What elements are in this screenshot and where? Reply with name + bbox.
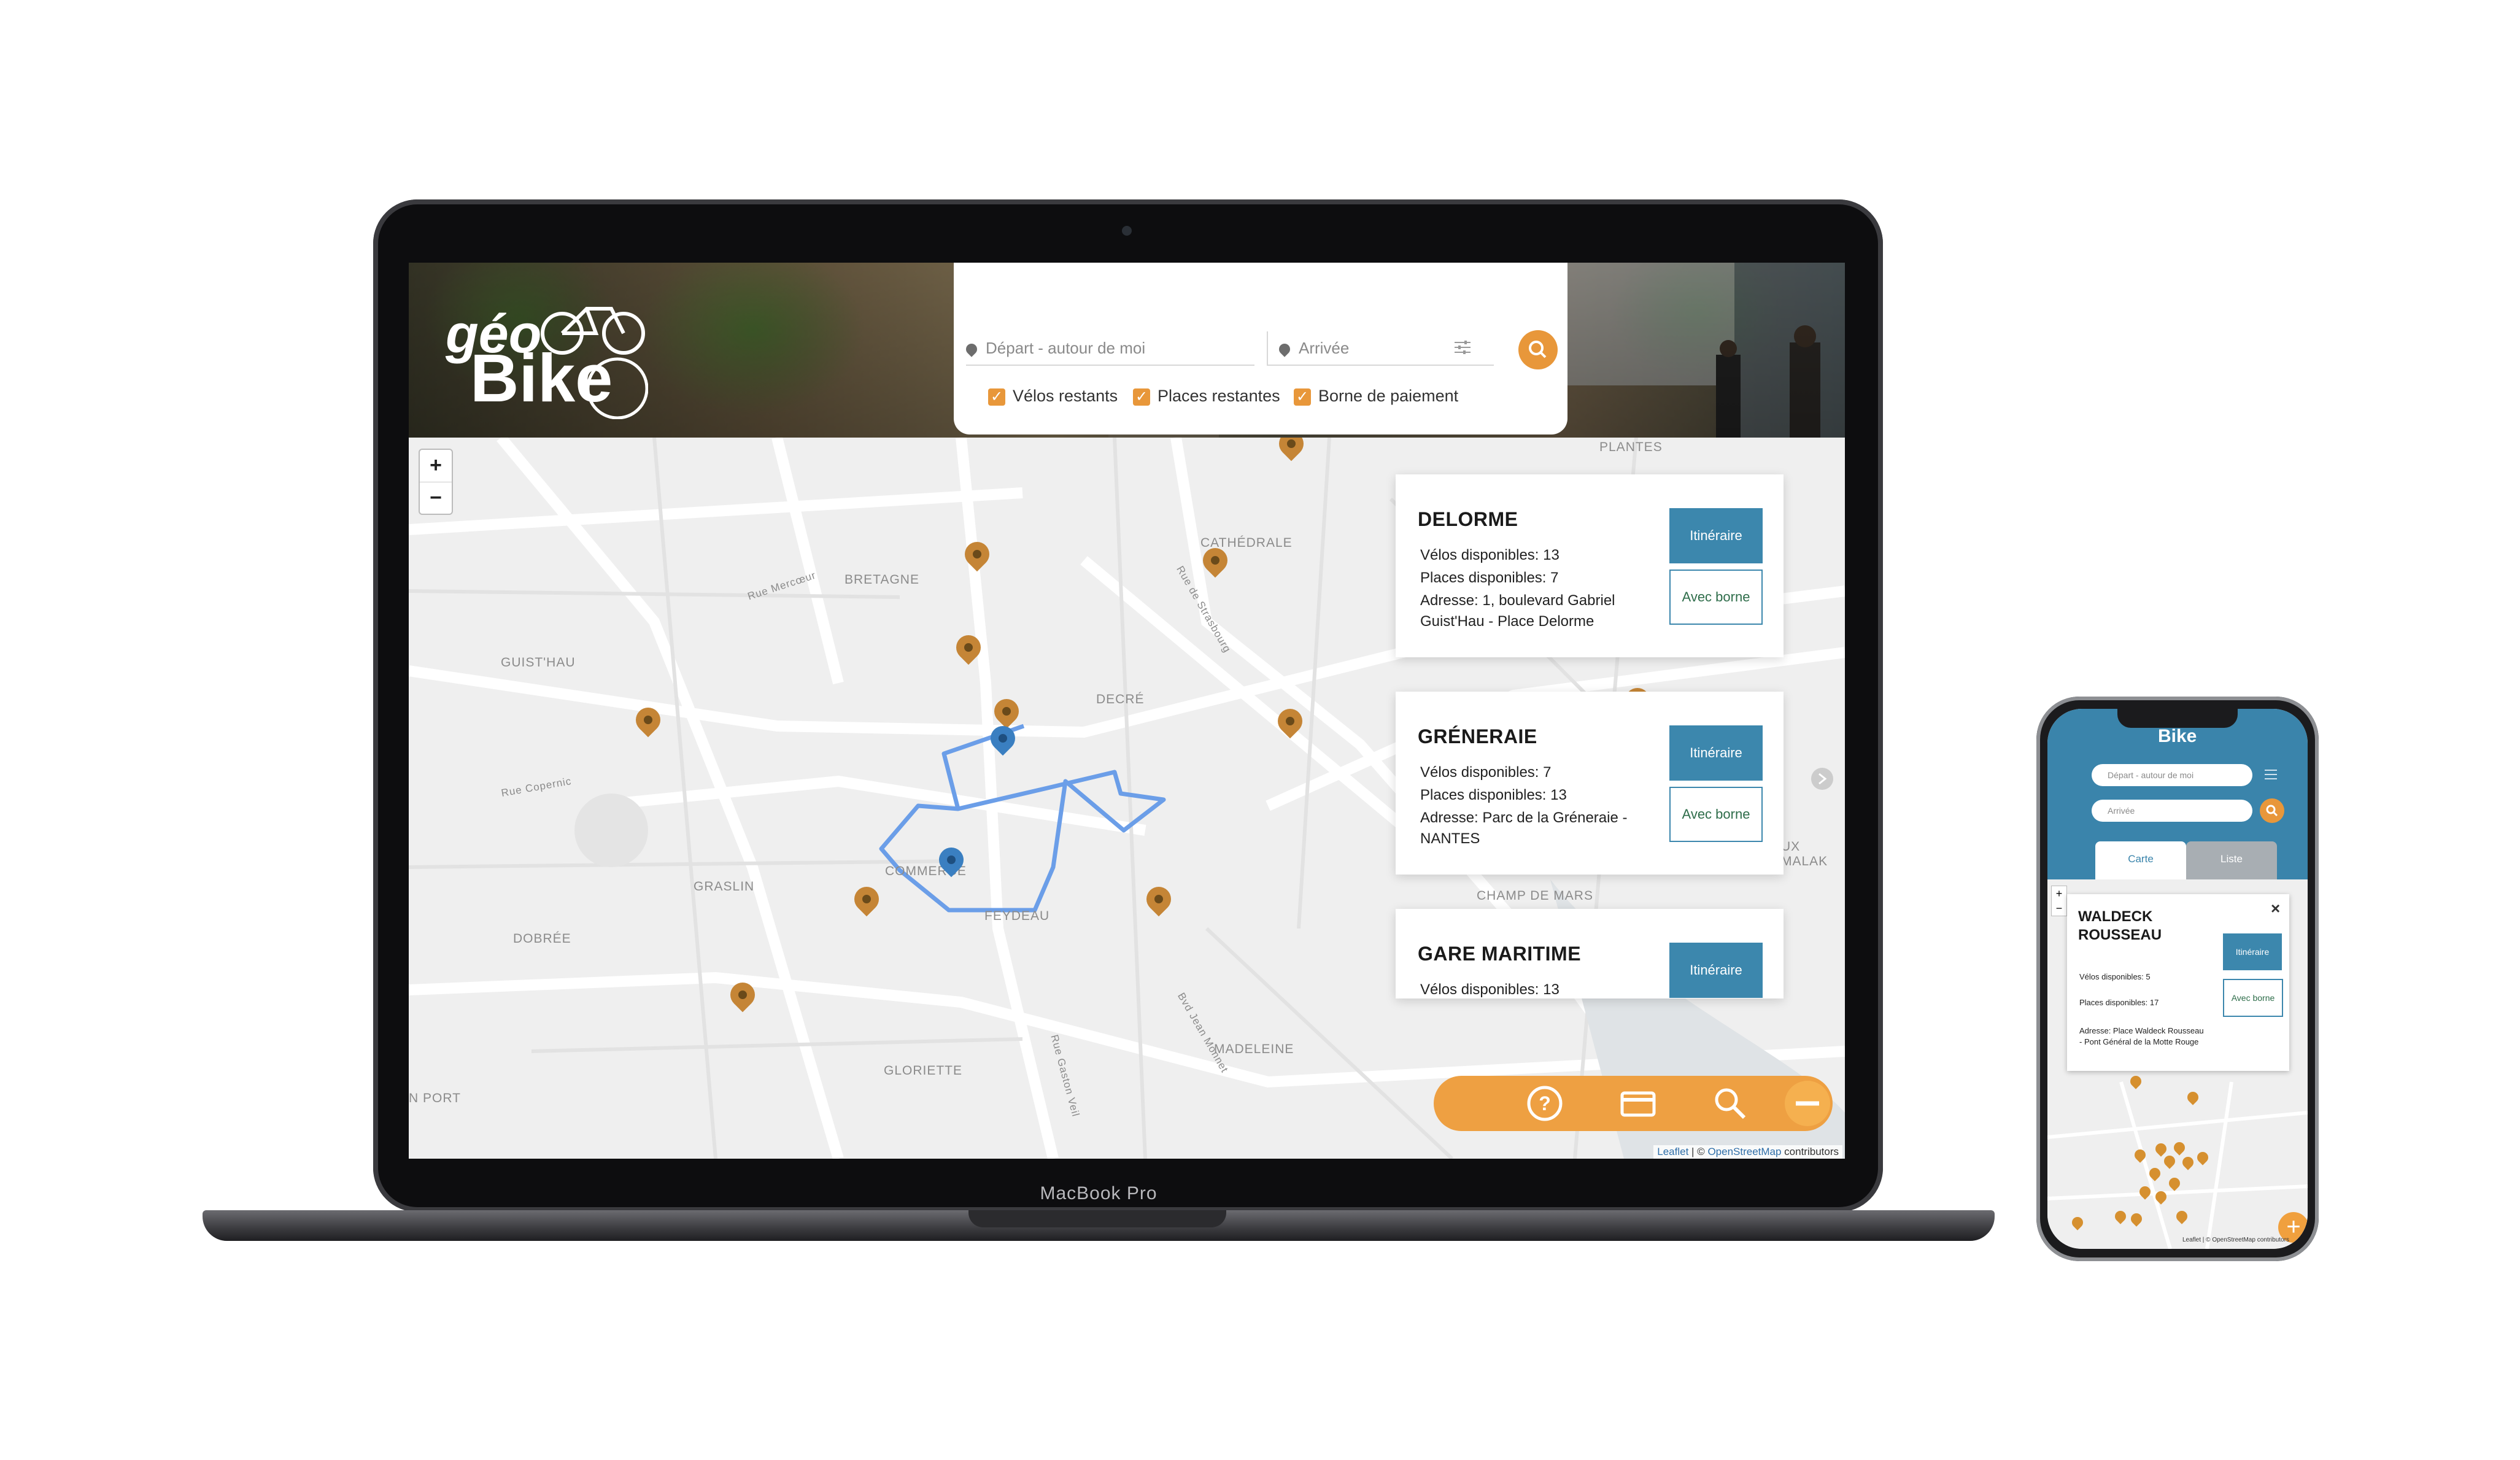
station-address: Adresse: Parc de la Gréneraie - NANTES <box>1420 809 1628 847</box>
phone-view-tabs: Carte Liste <box>2095 841 2277 879</box>
checkbox-checked-icon: ✓ <box>988 388 1005 406</box>
help-icon[interactable]: ? <box>1526 1084 1564 1122</box>
filter-label: Vélos restants <box>1013 387 1118 405</box>
header-photo: géo Bike Départ - autour de moi Arrivée <box>409 263 1845 438</box>
filter-payment-terminal[interactable]: ✓ Borne de paiement <box>1294 387 1458 406</box>
with-terminal-button[interactable]: Avec borne <box>2223 979 2283 1017</box>
location-pin-icon <box>964 341 980 357</box>
station-bikes: Vélos disponibles: 13 <box>1420 981 1560 998</box>
search-button[interactable] <box>1518 330 1558 369</box>
filter-bikes-left[interactable]: ✓ Vélos restants <box>988 387 1118 406</box>
close-icon[interactable]: × <box>2271 899 2280 918</box>
laptop-camera <box>1122 226 1132 236</box>
itinerary-button[interactable]: Itinéraire <box>1669 725 1763 781</box>
attribution-sep: | © <box>1688 1146 1708 1157</box>
station-name: WALDECK ROUSSEAU <box>2078 908 2162 943</box>
station-card[interactable]: DELORME Vélos disponibles: 13 Places dis… <box>1396 474 1784 657</box>
station-address: Adresse: 1, boulevard Gabriel Guist'Hau … <box>1420 592 1615 630</box>
map-label: GLORIETTE <box>884 1064 963 1078</box>
arrival-placeholder: Arrivée <box>1299 339 1350 357</box>
station-popup[interactable]: × WALDECK ROUSSEAU Vélos disponibles: 5 … <box>2067 894 2289 1071</box>
geobike-logo[interactable]: géo Bike <box>446 296 648 419</box>
departure-placeholder: Départ - autour de moi <box>986 339 1146 357</box>
with-terminal-button[interactable]: Avec borne <box>1669 570 1763 625</box>
bicycle-logo-icon <box>541 307 648 419</box>
tab-map[interactable]: Carte <box>2095 841 2186 879</box>
search-icon <box>1529 341 1547 358</box>
svg-text:?: ? <box>1539 1092 1551 1114</box>
map-label: DOBRÉE <box>513 932 571 946</box>
departure-placeholder: Départ - autour de moi <box>2108 770 2194 780</box>
station-bikes: Vélos disponibles: 7 <box>1420 764 1552 781</box>
departure-input[interactable]: Départ - autour de moi <box>964 331 1254 366</box>
map-label: DECRÉ <box>1096 692 1145 706</box>
zoom-out-button[interactable]: − <box>420 482 452 514</box>
map-label: FEYDEAU <box>984 909 1050 923</box>
filter-sliders-icon[interactable] <box>1453 340 1472 355</box>
search-icon <box>2266 805 2278 817</box>
station-places: Places disponibles: 13 <box>1420 787 1567 803</box>
station-name: GARE MARITIME <box>1418 943 1582 965</box>
phone-arrival-input[interactable]: Arrivée <box>2092 800 2252 822</box>
phone-departure-input[interactable]: Départ - autour de moi <box>2092 764 2252 786</box>
checkbox-checked-icon: ✓ <box>1133 388 1150 406</box>
station-card[interactable]: GARE MARITIME Vélos disponibles: 13 Itin… <box>1396 909 1784 998</box>
map-label: GUIST'HAU <box>501 655 576 670</box>
map-attribution: Leaflet | © OpenStreetMap contributors <box>1653 1145 1842 1159</box>
zoom-in-button[interactable]: + <box>420 450 452 482</box>
phone-screen: Bike Départ - autour de moi Arrivée Cart… <box>2047 709 2308 1249</box>
leaflet-link[interactable]: Leaflet <box>1657 1146 1688 1157</box>
station-bikes: Vélos disponibles: 13 <box>1420 547 1560 563</box>
with-terminal-button[interactable]: Avec borne <box>1669 787 1763 842</box>
itinerary-button[interactable]: Itinéraire <box>2223 933 2282 970</box>
minus-icon[interactable] <box>1784 1080 1831 1127</box>
card-icon[interactable] <box>1619 1084 1657 1122</box>
station-address: Adresse: Place Waldeck Rousseau - Pont G… <box>2079 1026 2204 1046</box>
attribution-contrib: contributors <box>1781 1146 1839 1157</box>
map-label: N PORT <box>409 1091 461 1105</box>
map-label: UX MALAK <box>1781 840 1828 868</box>
itinerary-button[interactable]: Itinéraire <box>1669 943 1763 998</box>
bottom-action-bar: ? <box>1434 1076 1833 1131</box>
zoom-in-button[interactable]: + <box>2052 886 2066 901</box>
station-bikes: Vélos disponibles: 5 <box>2079 972 2151 981</box>
tab-list[interactable]: Liste <box>2186 841 2277 879</box>
station-card[interactable]: GRÉNERAIE Vélos disponibles: 7 Places di… <box>1396 692 1784 875</box>
map-label: PLANTES <box>1599 440 1663 454</box>
map-label: GRASLIN <box>694 879 755 894</box>
filter-sliders-icon[interactable] <box>2263 768 2278 781</box>
search-icon[interactable] <box>1711 1084 1749 1122</box>
filter-label: Places restantes <box>1158 387 1280 405</box>
map-label: MADELEINE <box>1214 1042 1294 1056</box>
filter-places-left[interactable]: ✓ Places restantes <box>1133 387 1280 406</box>
laptop-hinge-notch <box>968 1210 1226 1227</box>
checkbox-checked-icon: ✓ <box>1294 388 1311 406</box>
phone-header: Bike Départ - autour de moi Arrivée Cart… <box>2047 709 2308 879</box>
phone-logo[interactable]: Bike <box>2158 726 2197 747</box>
itinerary-button[interactable]: Itinéraire <box>1669 508 1763 563</box>
map-label: CHAMP DE MARS <box>1477 889 1593 903</box>
phone-search-button[interactable] <box>2260 798 2284 823</box>
map-label: BRETAGNE <box>845 573 919 587</box>
arrival-placeholder: Arrivée <box>2108 806 2135 816</box>
map-attribution: Leaflet | © OpenStreetMap contributors <box>2182 1237 2289 1243</box>
filter-label: Borne de paiement <box>1318 387 1459 405</box>
phone-zoom-control: + − <box>2051 886 2067 916</box>
station-name: GRÉNERAIE <box>1418 725 1537 747</box>
zoom-out-button[interactable]: − <box>2052 901 2066 916</box>
station-places: Places disponibles: 7 <box>1420 570 1559 586</box>
phone-notch <box>2117 707 2238 728</box>
zoom-control: + − <box>419 449 453 515</box>
search-panel: Départ - autour de moi Arrivée ✓ Vélos r… <box>954 263 1567 435</box>
osm-link[interactable]: OpenStreetMap <box>1707 1146 1781 1157</box>
route-line <box>879 724 1166 913</box>
station-name: DELORME <box>1418 508 1518 530</box>
location-pin-icon <box>1277 341 1293 357</box>
macbook-label: MacBook Pro <box>1040 1183 1158 1203</box>
station-places: Places disponibles: 17 <box>2079 998 2159 1007</box>
laptop-screen: géo Bike Départ - autour de moi Arrivée <box>409 263 1845 1159</box>
map-view[interactable]: PLANTES CATHÉDRALE BRETAGNE GUIST'HAU DE… <box>409 438 1845 1159</box>
